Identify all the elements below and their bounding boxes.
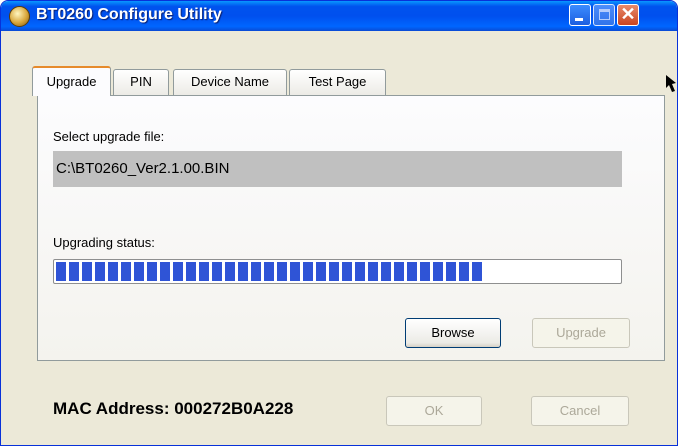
configure-utility-window: BT0260 Configure Utility ✕ Upgrade PIN D… xyxy=(0,0,678,446)
maximize-icon xyxy=(599,9,610,20)
mouse-cursor-icon xyxy=(666,75,676,92)
window-title: BT0260 Configure Utility xyxy=(36,6,222,23)
tab-test-page[interactable]: Test Page xyxy=(289,69,386,95)
ok-button[interactable]: OK xyxy=(386,396,482,426)
minimize-button[interactable] xyxy=(569,4,591,26)
browse-button[interactable]: Browse xyxy=(405,318,501,348)
mac-address-label: MAC Address: 000272B0A228 xyxy=(53,399,294,418)
close-button[interactable]: ✕ xyxy=(617,4,639,26)
tab-pin[interactable]: PIN xyxy=(113,69,169,95)
cancel-button[interactable]: Cancel xyxy=(531,396,629,426)
select-file-label: Select upgrade file: xyxy=(53,129,165,144)
upgrade-file-path-field[interactable]: C:\BT0260_Ver2.1.00.BIN xyxy=(53,151,622,187)
upgrade-progress-bar xyxy=(53,259,622,284)
upgrade-button[interactable]: Upgrade xyxy=(532,318,630,348)
close-icon: ✕ xyxy=(620,4,636,24)
tab-device-name[interactable]: Device Name xyxy=(173,69,287,95)
app-badge-icon xyxy=(9,6,30,27)
upgrade-progress-fill xyxy=(56,262,482,281)
title-bar[interactable]: BT0260 Configure Utility ✕ xyxy=(1,1,677,31)
tab-strip: Upgrade PIN Device Name Test Page xyxy=(1,66,677,96)
minimize-icon xyxy=(575,18,583,21)
upgrading-status-label: Upgrading status: xyxy=(53,235,155,250)
maximize-button[interactable] xyxy=(593,4,615,26)
tab-upgrade[interactable]: Upgrade xyxy=(32,66,111,96)
